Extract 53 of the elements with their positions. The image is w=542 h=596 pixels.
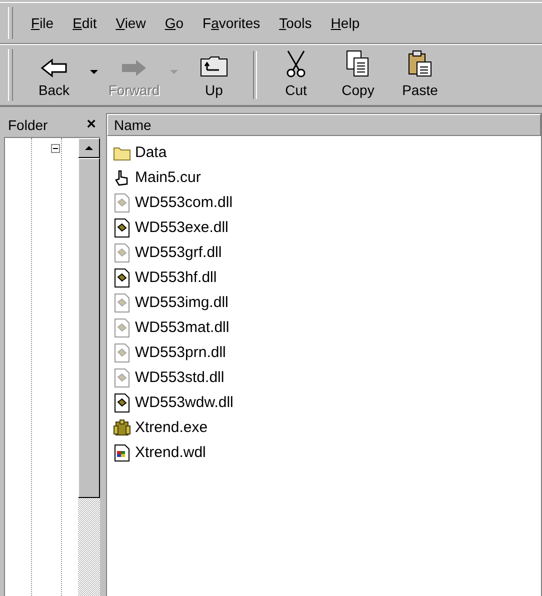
file-name[interactable]: WD553hf.dll xyxy=(135,269,217,286)
menu-item[interactable]: Favorites xyxy=(194,11,272,35)
file-name[interactable]: Xtrend.wdl xyxy=(135,444,206,461)
column-header[interactable]: Name xyxy=(107,114,541,136)
copy-pages-icon xyxy=(345,50,371,78)
gear-document-icon xyxy=(113,242,131,262)
gear-document-icon xyxy=(113,218,131,238)
gear-document-icon xyxy=(113,318,131,338)
scissors-icon xyxy=(284,50,308,78)
toolbar-button[interactable]: Up xyxy=(183,48,245,102)
pane-title: Folder xyxy=(8,117,48,133)
gear-document-icon xyxy=(113,342,131,362)
collapse-toggle[interactable] xyxy=(51,144,60,153)
machine-icon xyxy=(113,418,131,436)
menu-item[interactable]: Go xyxy=(156,11,195,35)
clipboard-icon xyxy=(407,50,433,78)
file-name[interactable]: WD553std.dll xyxy=(135,369,224,386)
gear-document-icon xyxy=(113,192,131,212)
file-name[interactable]: WD553img.dll xyxy=(135,294,228,311)
file-name[interactable]: Main5.cur xyxy=(135,169,201,186)
file-name[interactable]: WD553com.dll xyxy=(135,194,233,211)
menu-item[interactable]: Tools xyxy=(271,11,323,35)
file-name[interactable]: WD553grf.dll xyxy=(135,244,222,261)
file-name[interactable]: WD553exe.dll xyxy=(135,219,228,236)
gear-document-icon xyxy=(113,368,131,388)
toolbar-button[interactable]: Paste xyxy=(389,48,451,102)
caret-icon xyxy=(170,70,178,74)
file-name[interactable]: WD553prn.dll xyxy=(135,344,226,361)
scroll-thumb[interactable] xyxy=(78,158,100,498)
menu-item[interactable]: View xyxy=(108,11,157,35)
gear-document-icon xyxy=(113,392,131,412)
scrollbar[interactable] xyxy=(78,138,100,596)
file-name[interactable]: Xtrend.exe xyxy=(135,419,208,436)
toolbar-button[interactable]: Cut xyxy=(265,48,327,102)
close-button[interactable]: × xyxy=(86,116,96,134)
file-name[interactable]: WD553mat.dll xyxy=(135,319,230,336)
menu-item[interactable]: File xyxy=(23,11,65,35)
forward-arrow-icon xyxy=(120,58,148,78)
gear-document-icon xyxy=(113,268,131,288)
folder-icon xyxy=(113,144,131,160)
window-document-icon xyxy=(113,444,131,462)
menu-item[interactable]: Help xyxy=(322,11,371,35)
toolbar-button[interactable]: Back xyxy=(23,48,85,102)
caret-icon xyxy=(90,70,98,74)
up-triangle-icon xyxy=(85,146,93,150)
toolbar-button[interactable]: Copy xyxy=(327,48,389,102)
menu-item[interactable]: Edit xyxy=(64,11,108,35)
gear-document-icon xyxy=(113,292,131,312)
file-name[interactable]: WD553wdw.dll xyxy=(135,394,234,411)
scroll-up-button[interactable] xyxy=(78,138,100,158)
back-arrow-icon xyxy=(40,58,68,78)
file-name[interactable]: Data xyxy=(135,144,167,161)
folder-up-icon xyxy=(199,54,229,78)
